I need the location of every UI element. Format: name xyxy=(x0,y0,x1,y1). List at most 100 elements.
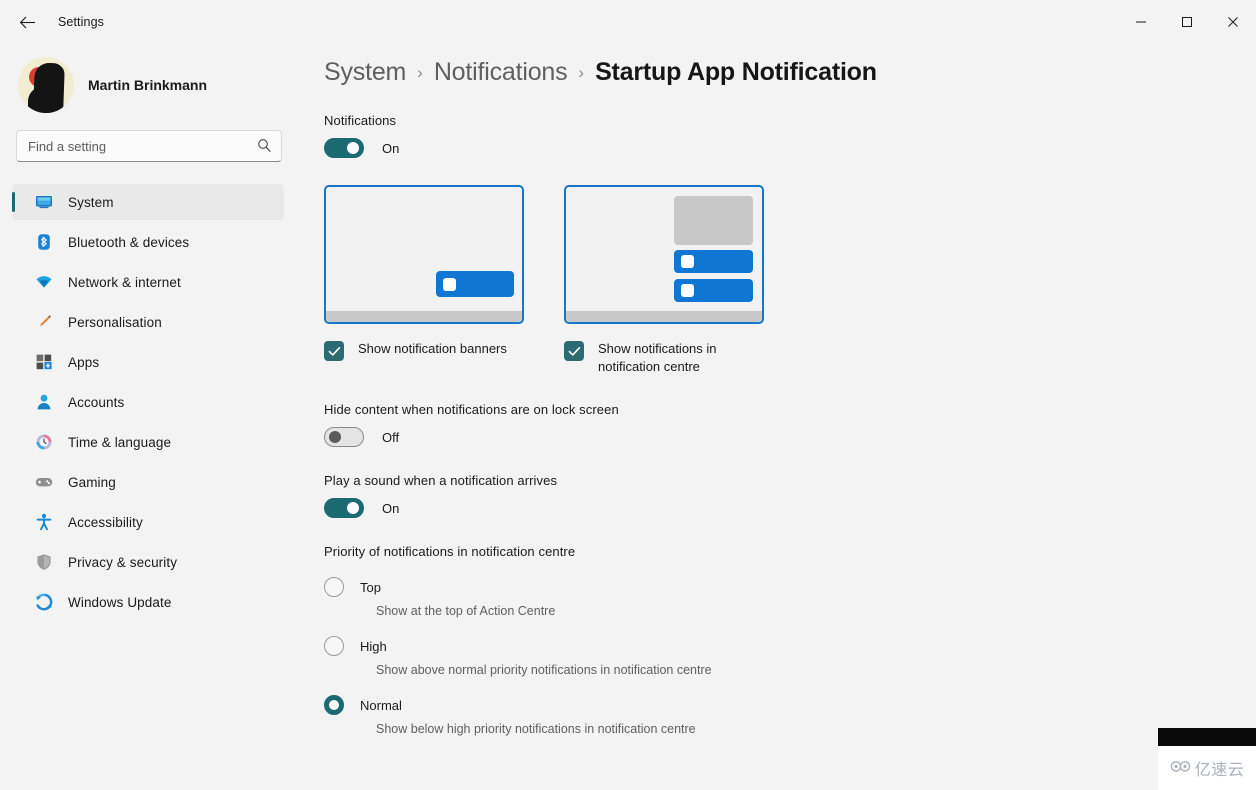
paintbrush-icon xyxy=(34,312,54,332)
radio-high[interactable] xyxy=(324,636,344,656)
search-container xyxy=(0,114,300,162)
radio-top-description: Show at the top of Action Centre xyxy=(376,604,556,618)
sidebar-item-accessibility[interactable]: Accessibility xyxy=(12,504,284,540)
sidebar-item-label: System xyxy=(68,194,114,210)
sidebar-item-network-internet[interactable]: Network & internet xyxy=(12,264,284,300)
user-profile[interactable]: Martin Brinkmann xyxy=(0,44,300,114)
profile-name: Martin Brinkmann xyxy=(88,77,208,93)
sidebar-item-system[interactable]: System xyxy=(12,184,284,220)
network-icon xyxy=(34,272,54,292)
sidebar-item-bluetooth-devices[interactable]: Bluetooth & devices xyxy=(12,224,284,260)
sidebar-item-gaming[interactable]: Gaming xyxy=(12,464,284,500)
sidebar-item-privacy-security[interactable]: Privacy & security xyxy=(12,544,284,580)
bluetooth-icon xyxy=(34,232,54,252)
show-banners-label: Show notification banners xyxy=(358,341,507,356)
clock-icon xyxy=(34,432,54,452)
sidebar-item-windows-update[interactable]: Windows Update xyxy=(12,584,284,620)
page-title: Startup App Notification xyxy=(595,58,877,86)
notifications-toggle-row: On xyxy=(324,138,1256,158)
sidebar-item-label: Windows Update xyxy=(68,594,172,610)
radio-high-label: High xyxy=(360,638,387,654)
show-banners-checkbox[interactable] xyxy=(324,341,344,361)
sidebar-item-label: Privacy & security xyxy=(68,554,178,570)
avatar-figure-base-shape xyxy=(28,87,62,113)
sidebar-item-personalisation[interactable]: Personalisation xyxy=(12,304,284,340)
hide-content-label: Hide content when notifications are on l… xyxy=(324,402,619,417)
radio-top-label: Top xyxy=(360,579,381,595)
play-sound-toggle[interactable] xyxy=(324,498,364,518)
notifications-toggle-state: On xyxy=(382,140,400,156)
preview-panel-block xyxy=(674,196,753,245)
preview-banner xyxy=(674,250,753,273)
sidebar-item-time-language[interactable]: Time & language xyxy=(12,424,284,460)
main-content: System › Notifications › Startup App Not… xyxy=(300,44,1256,790)
accounts-icon xyxy=(34,392,54,412)
sidebar: Martin Brinkmann Find a setting System B… xyxy=(0,44,300,790)
sidebar-item-apps[interactable]: Apps xyxy=(12,344,284,380)
preview-taskbar xyxy=(566,311,762,322)
play-sound-toggle-state: On xyxy=(382,500,400,516)
search-icon xyxy=(257,138,272,158)
update-icon xyxy=(34,592,54,612)
breadcrumb: System › Notifications › Startup App Not… xyxy=(300,44,1256,87)
sidebar-item-label: Network & internet xyxy=(68,274,181,290)
radio-row-high[interactable]: High xyxy=(324,636,1256,656)
sidebar-item-label: Gaming xyxy=(68,474,116,490)
sidebar-item-accounts[interactable]: Accounts xyxy=(12,384,284,420)
show-notification-centre-checkbox-row: Show notifications in notification centr… xyxy=(564,340,804,376)
hide-content-toggle-row: Off xyxy=(324,427,1256,447)
sidebar-nav: System Bluetooth & devices Network & int… xyxy=(0,184,300,620)
minimize-button[interactable] xyxy=(1118,0,1164,44)
radio-top[interactable] xyxy=(324,577,344,597)
notification-banner-preview[interactable] xyxy=(324,185,524,324)
back-button[interactable] xyxy=(10,7,44,37)
preview-card-banners: Show notification banners xyxy=(324,185,564,376)
sidebar-item-label: Accessibility xyxy=(68,514,143,530)
show-notification-centre-label: Show notifications in notification centr… xyxy=(598,341,717,374)
radio-normal[interactable] xyxy=(324,695,344,715)
accessibility-icon xyxy=(34,512,54,532)
breadcrumb-notifications[interactable]: Notifications xyxy=(434,58,568,87)
radio-row-top[interactable]: Top xyxy=(324,577,1256,597)
search-input[interactable] xyxy=(17,138,281,154)
search-box[interactable] xyxy=(16,130,282,162)
play-sound-label: Play a sound when a notification arrives xyxy=(324,473,558,488)
preview-cards: Show notification banners Show notificat… xyxy=(324,185,1256,376)
priority-radio-group: Top Show at the top of Action Centre Hig… xyxy=(324,577,1256,736)
sidebar-item-label: Accounts xyxy=(68,394,125,410)
show-notification-centre-checkbox[interactable] xyxy=(564,341,584,361)
settings-section: Notifications On Show notification banne… xyxy=(300,113,1256,736)
sidebar-item-label: Personalisation xyxy=(68,314,162,330)
preview-taskbar xyxy=(326,311,522,322)
toggle-knob xyxy=(347,502,359,514)
play-sound-toggle-row: On xyxy=(324,498,1256,518)
sidebar-item-label: Bluetooth & devices xyxy=(68,234,190,250)
breadcrumb-system[interactable]: System xyxy=(324,58,406,87)
avatar xyxy=(18,57,74,113)
chevron-right-icon: › xyxy=(578,63,585,82)
priority-label: Priority of notifications in notificatio… xyxy=(324,544,576,559)
notification-centre-preview[interactable] xyxy=(564,185,764,324)
notifications-toggle[interactable] xyxy=(324,138,364,158)
maximize-button[interactable] xyxy=(1164,0,1210,44)
close-button[interactable] xyxy=(1210,0,1256,44)
window-title: Settings xyxy=(58,15,104,29)
hide-content-toggle[interactable] xyxy=(324,427,364,447)
preview-card-notification-centre: Show notifications in notification centr… xyxy=(564,185,804,376)
window-controls xyxy=(1118,0,1256,44)
preview-banner xyxy=(674,279,753,302)
check-icon xyxy=(568,346,580,356)
notifications-label: Notifications xyxy=(324,113,397,128)
show-banners-checkbox-row: Show notification banners xyxy=(324,340,564,361)
preview-banner xyxy=(436,271,514,297)
gamepad-icon xyxy=(34,472,54,492)
system-icon xyxy=(34,192,54,212)
radio-normal-label: Normal xyxy=(360,697,402,713)
sidebar-item-label: Time & language xyxy=(68,434,172,450)
toggle-knob xyxy=(347,142,359,154)
radio-high-description: Show above normal priority notifications… xyxy=(376,663,712,677)
apps-icon xyxy=(34,352,54,372)
radio-row-normal[interactable]: Normal xyxy=(324,695,1256,715)
hide-content-toggle-state: Off xyxy=(382,429,400,445)
preview-banner-icon xyxy=(681,284,694,297)
